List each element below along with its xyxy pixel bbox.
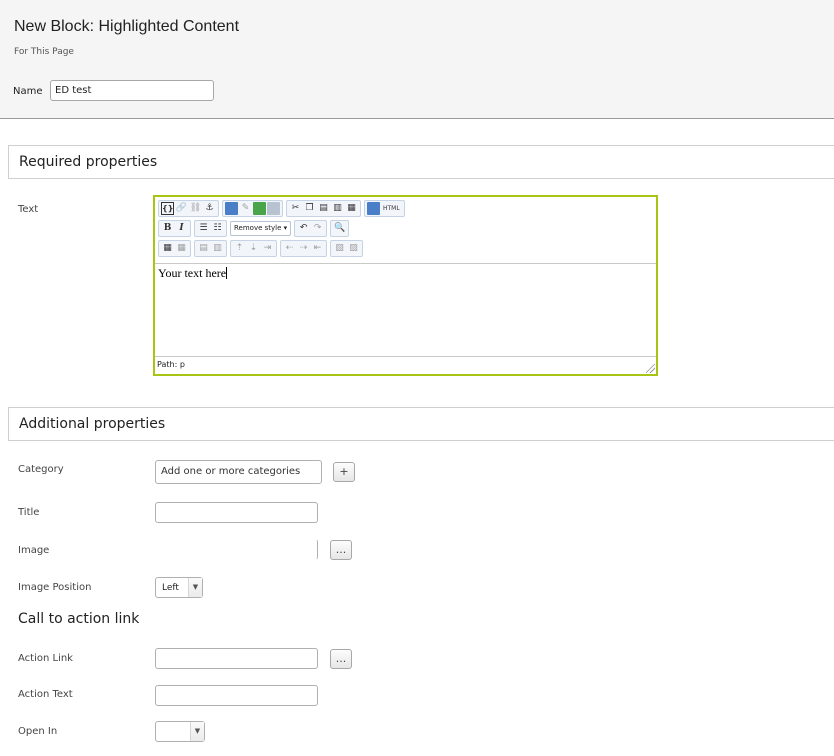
toolbar-group-html: HTML	[364, 200, 405, 217]
text-label: Text	[18, 204, 39, 215]
italic-icon[interactable]: I	[175, 222, 188, 235]
editor-content-area[interactable]: Your text here	[155, 263, 656, 356]
page-subtitle: For This Page	[14, 47, 74, 57]
insert-table-icon[interactable]: ▦	[161, 242, 174, 255]
copy-icon[interactable]: ❐	[303, 202, 316, 215]
toolbar-group-clipboard: ✂ ❐ ▤ ▥ ▦	[286, 200, 361, 217]
delete-row-icon[interactable]: ⇥	[261, 242, 274, 255]
action-link-browse-button[interactable]: ...	[330, 649, 352, 669]
name-label: Name	[13, 86, 43, 97]
style-select[interactable]: Remove style ▾	[230, 221, 292, 236]
required-properties-section[interactable]: Required properties	[8, 145, 834, 179]
toolbar-group-insert: {} 🔗 ⛓ ⚓	[158, 200, 219, 217]
action-text-label: Action Text	[18, 689, 73, 700]
row-after-icon[interactable]: ⇣	[247, 242, 260, 255]
row-props-icon[interactable]: ▤	[197, 242, 210, 255]
toolbar-group-lists: ☰ ☷	[194, 220, 227, 237]
add-category-button[interactable]: +	[333, 462, 355, 482]
delete-table-icon[interactable]: ▦	[175, 242, 188, 255]
html-source-button[interactable]: HTML	[381, 202, 402, 215]
toolbar-group-rows: ⇡ ⇣ ⇥	[230, 240, 277, 257]
action-text-input[interactable]	[155, 685, 318, 706]
action-link-input[interactable]	[155, 648, 318, 669]
style-select-value: Remove style	[234, 224, 282, 232]
image-position-value: Left	[162, 582, 179, 593]
dialog-header: New Block: Highlighted Content For This …	[0, 0, 834, 119]
redo-icon[interactable]: ↷	[311, 222, 324, 235]
resize-handle[interactable]	[646, 364, 655, 373]
open-in-select[interactable]: ▼	[155, 721, 205, 742]
editor-toolbar-row-1: {} 🔗 ⛓ ⚓ ✎ ✂ ❐ ▤ ▥ ▦ HTML	[158, 200, 405, 217]
col-after-icon[interactable]: ⇢	[297, 242, 310, 255]
editor-path: Path: p	[157, 360, 185, 369]
insert-image-icon[interactable]	[225, 202, 238, 215]
rich-text-editor[interactable]: {} 🔗 ⛓ ⚓ ✎ ✂ ❐ ▤ ▥ ▦ HTML B I ☰ ☷ Remove…	[153, 195, 658, 376]
bold-icon[interactable]: B	[161, 222, 174, 235]
edit-image-icon[interactable]: ✎	[239, 202, 252, 215]
title-input[interactable]	[155, 502, 318, 523]
chevron-down-icon: ▼	[190, 722, 204, 741]
toolbar-group-format: B I	[158, 220, 191, 237]
chevron-down-icon: ▼	[188, 578, 202, 597]
split-cells-icon[interactable]: ▧	[333, 242, 346, 255]
open-in-label: Open In	[18, 726, 58, 737]
undo-icon[interactable]: ↶	[297, 222, 310, 235]
toolbar-group-history: ↶ ↷	[294, 220, 328, 237]
category-label: Category	[18, 464, 64, 475]
image-position-select[interactable]: Left ▼	[155, 577, 203, 598]
delete-col-icon[interactable]: ⇤	[311, 242, 324, 255]
toolbar-group-cols: ⇠ ⇢ ⇤	[280, 240, 327, 257]
image-position-label: Image Position	[18, 582, 92, 593]
link-icon[interactable]: 🔗	[175, 202, 188, 215]
image-input[interactable]	[155, 539, 318, 560]
additional-properties-section[interactable]: Additional properties	[8, 407, 834, 441]
row-before-icon[interactable]: ⇡	[233, 242, 246, 255]
cell-props-icon[interactable]: ▥	[211, 242, 224, 255]
cut-icon[interactable]: ✂	[289, 202, 302, 215]
editor-content: Your text here	[158, 266, 227, 280]
title-label: Title	[18, 507, 40, 518]
required-properties-heading: Required properties	[19, 154, 158, 170]
insert-media-icon[interactable]	[253, 202, 266, 215]
merge-cells-icon[interactable]: ▨	[347, 242, 360, 255]
additional-properties-heading: Additional properties	[19, 416, 166, 432]
image-label: Image	[18, 545, 50, 556]
paste-icon[interactable]: ▤	[317, 202, 330, 215]
col-before-icon[interactable]: ⇠	[283, 242, 296, 255]
insert-block-icon[interactable]	[267, 202, 280, 215]
category-placeholder: Add one or more categories	[161, 466, 301, 477]
text-caret	[226, 267, 228, 279]
paste-text-icon[interactable]: ▥	[331, 202, 344, 215]
name-input[interactable]	[50, 80, 214, 101]
editor-path-bar: Path: p	[155, 356, 656, 374]
anchor-icon[interactable]: ⚓	[203, 202, 216, 215]
toolbar-group-media: ✎	[222, 200, 283, 217]
editor-toolbar-row-2: B I ☰ ☷ Remove style ▾ ↶ ↷ 🔍	[158, 220, 350, 237]
category-input[interactable]: Add one or more categories	[155, 460, 322, 484]
editor-toolbar-row-3: ▦ ▦ ▤ ▥ ⇡ ⇣ ⇥ ⇠ ⇢ ⇤ ▧ ▨	[158, 240, 363, 257]
dynamic-content-icon[interactable]: {}	[161, 202, 174, 215]
toolbar-group-merge: ▧ ▨	[330, 240, 363, 257]
unlink-icon[interactable]: ⛓	[189, 202, 202, 215]
toolbar-group-search: 🔍	[330, 220, 350, 237]
cta-heading: Call to action link	[18, 611, 140, 627]
action-link-label: Action Link	[18, 653, 73, 664]
toolbar-group-table: ▦ ▦	[158, 240, 191, 257]
image-browse-button[interactable]: ...	[330, 540, 352, 560]
search-icon[interactable]: 🔍	[333, 222, 346, 235]
fullscreen-icon[interactable]	[367, 202, 380, 215]
paste-word-icon[interactable]: ▦	[345, 202, 358, 215]
toolbar-group-table-props: ▤ ▥	[194, 240, 227, 257]
page-title: New Block: Highlighted Content	[14, 18, 240, 35]
bullet-list-icon[interactable]: ☰	[197, 222, 210, 235]
numbered-list-icon[interactable]: ☷	[211, 222, 224, 235]
